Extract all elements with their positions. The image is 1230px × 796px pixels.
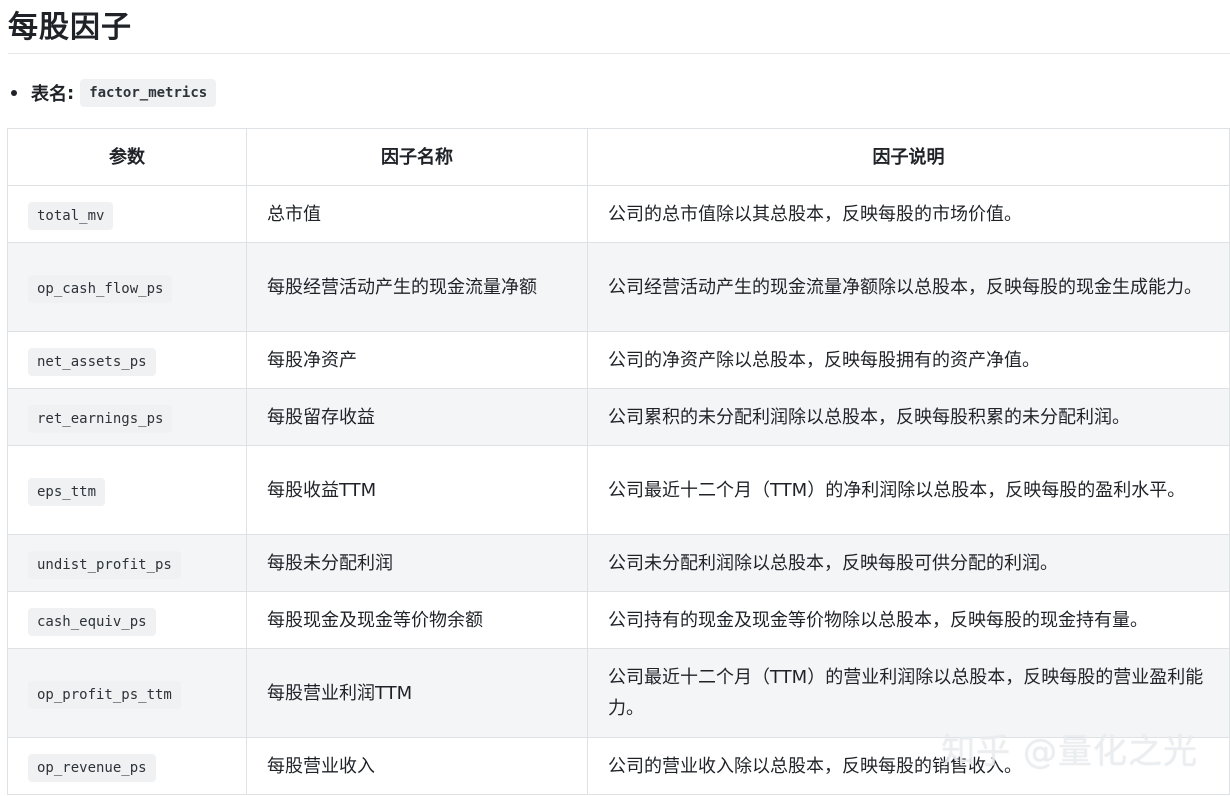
factor-name-cell: 每股留存收益	[246, 388, 588, 446]
factor-desc-cell: 公司经营活动产生的现金流量净额除以总股本，反映每股的现金生成能力。	[587, 242, 1230, 332]
factor-desc-cell: 公司的营业收入除以总股本，反映每股的销售收入。	[587, 737, 1230, 795]
factor-desc-cell: 公司未分配利润除以总股本，反映每股可供分配的利润。	[587, 534, 1230, 592]
param-cell: op_revenue_ps	[7, 737, 247, 795]
factor-desc-cell: 公司最近十二个月（TTM）的营业利润除以总股本，反映每股的营业盈利能力。	[587, 648, 1230, 738]
header-factor-name: 因子名称	[246, 128, 588, 186]
factor-table: 参数 因子名称 因子说明 total_mv 总市值 公司的总市值除以其总股本，反…	[7, 128, 1230, 795]
factor-name-cell: 每股收益TTM	[246, 445, 588, 535]
factor-desc-cell: 公司累积的未分配利润除以总股本，反映每股积累的未分配利润。	[587, 388, 1230, 446]
factor-name-cell: 每股经营活动产生的现金流量净额	[246, 242, 588, 332]
header-factor-desc: 因子说明	[587, 128, 1230, 186]
table-row: total_mv 总市值 公司的总市值除以其总股本，反映每股的市场价值。	[7, 185, 1230, 243]
table-row: op_profit_ps_ttm 每股营业利润TTM 公司最近十二个月（TTM）…	[7, 648, 1230, 738]
param-cell: total_mv	[7, 185, 247, 243]
bullet-icon	[11, 90, 17, 96]
table-row: cash_equiv_ps 每股现金及现金等价物余额 公司持有的现金及现金等价物…	[7, 591, 1230, 649]
param-code: net_assets_ps	[28, 347, 156, 376]
table-row: eps_ttm 每股收益TTM 公司最近十二个月（TTM）的净利润除以总股本，反…	[7, 445, 1230, 535]
param-code: op_revenue_ps	[28, 753, 156, 782]
table-name-value: factor_metrics	[80, 79, 217, 107]
header-param: 参数	[7, 128, 247, 186]
param-code: ret_earnings_ps	[28, 404, 173, 433]
factor-name-cell: 总市值	[246, 185, 588, 243]
param-code: cash_equiv_ps	[28, 607, 156, 636]
table-row: net_assets_ps 每股净资产 公司的净资产除以总股本，反映每股拥有的资…	[7, 331, 1230, 389]
factor-desc-cell: 公司最近十二个月（TTM）的净利润除以总股本，反映每股的盈利水平。	[587, 445, 1230, 535]
table-row: ret_earnings_ps 每股留存收益 公司累积的未分配利润除以总股本，反…	[7, 388, 1230, 446]
factor-name-cell: 每股净资产	[246, 331, 588, 389]
table-name-label: 表名	[31, 84, 67, 105]
param-cell: net_assets_ps	[7, 331, 247, 389]
param-code: op_profit_ps_ttm	[28, 680, 181, 709]
table-name-line: 表名 : factor_metrics	[8, 78, 217, 108]
factor-name-cell: 每股现金及现金等价物余额	[246, 591, 588, 649]
table-header-row: 参数 因子名称 因子说明	[7, 128, 1230, 186]
param-cell: cash_equiv_ps	[7, 591, 247, 649]
factor-desc-cell: 公司的总市值除以其总股本，反映每股的市场价值。	[587, 185, 1230, 243]
param-cell: op_profit_ps_ttm	[7, 648, 247, 738]
factor-desc-cell: 公司持有的现金及现金等价物除以总股本，反映每股的现金持有量。	[587, 591, 1230, 649]
factor-name-cell: 每股未分配利润	[246, 534, 588, 592]
param-code: undist_profit_ps	[28, 550, 181, 579]
title-divider	[8, 53, 1230, 54]
param-code: op_cash_flow_ps	[28, 274, 173, 303]
table-row: op_cash_flow_ps 每股经营活动产生的现金流量净额 公司经营活动产生…	[7, 242, 1230, 332]
param-cell: ret_earnings_ps	[7, 388, 247, 446]
factor-name-cell: 每股营业利润TTM	[246, 648, 588, 738]
param-cell: eps_ttm	[7, 445, 247, 535]
table-row: op_revenue_ps 每股营业收入 公司的营业收入除以总股本，反映每股的销…	[7, 737, 1230, 795]
param-code: eps_ttm	[28, 477, 106, 506]
param-cell: op_cash_flow_ps	[7, 242, 247, 332]
table-name-colon: :	[67, 82, 75, 104]
param-cell: undist_profit_ps	[7, 534, 247, 592]
param-code: total_mv	[28, 201, 114, 230]
table-row: undist_profit_ps 每股未分配利润 公司未分配利润除以总股本，反映…	[7, 534, 1230, 592]
factor-name-cell: 每股营业收入	[246, 737, 588, 795]
page-title: 每股因子	[8, 10, 132, 45]
factor-desc-cell: 公司的净资产除以总股本，反映每股拥有的资产净值。	[587, 331, 1230, 389]
